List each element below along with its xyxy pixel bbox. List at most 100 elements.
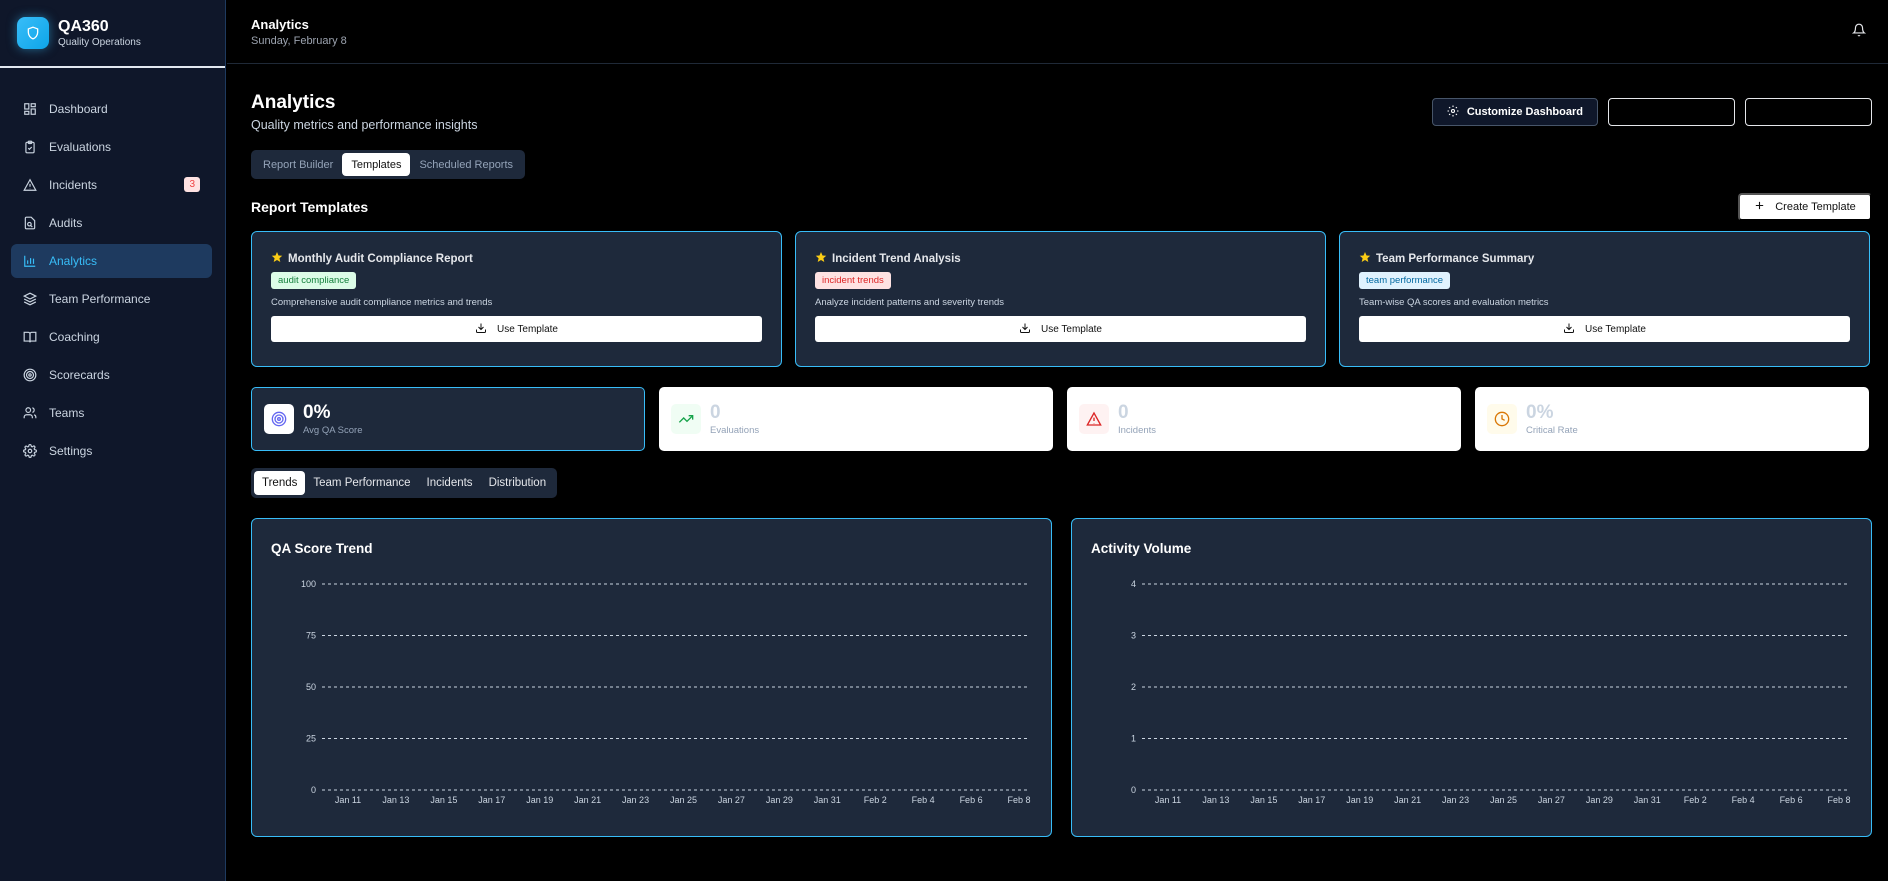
template-title: Incident Trend Analysis <box>832 252 961 265</box>
template-tag: audit compliance <box>271 272 357 289</box>
x-tick-label: Feb 8 <box>1007 795 1030 805</box>
star-icon <box>271 251 283 266</box>
tab-report-builder[interactable]: Report Builder <box>254 153 342 176</box>
tab-scheduled-reports[interactable]: Scheduled Reports <box>410 153 522 176</box>
sidebar-item-label: Dashboard <box>49 102 108 116</box>
template-card: Incident Trend Analysis incident trends … <box>795 231 1326 367</box>
x-tick-label: Jan 23 <box>622 795 649 805</box>
stat-card-incidents: 0 Incidents <box>1067 387 1461 451</box>
sidebar-item-label: Scorecards <box>49 368 110 382</box>
template-list: Monthly Audit Compliance Report audit co… <box>251 231 1872 367</box>
x-tick-label: Jan 25 <box>1490 795 1517 805</box>
use-template-button[interactable]: Use Template <box>1359 316 1850 342</box>
activity-volume-plot: 0 1 2 3 4 Jan 11 Jan 13 Jan 15 Jan 17 Jan 19 Jan 2… <box>1131 579 1851 805</box>
bell-icon[interactable] <box>1851 23 1867 37</box>
template-description: Analyze incident patterns and severity t… <box>815 297 1005 308</box>
template-title: Team Performance Summary <box>1376 252 1535 265</box>
template-card: Team Performance Summary team performanc… <box>1339 231 1870 367</box>
activity-volume-chart: Activity Volume 0 1 2 3 4 Jan 11 Jan 13 Jan 15 J… <box>1071 518 1872 837</box>
sidebar-item-audits[interactable]: Audits <box>11 206 212 240</box>
sidebar-item-label: Coaching <box>49 330 100 344</box>
sidebar-item-scorecards[interactable]: Scorecards <box>11 358 212 392</box>
x-tick-label: Feb 6 <box>960 795 983 805</box>
y-tick-label: 50 <box>306 682 316 692</box>
action-button-3[interactable] <box>1745 98 1872 126</box>
x-tick-label: Jan 11 <box>335 795 361 805</box>
sidebar-item-dashboard[interactable]: Dashboard <box>11 92 212 126</box>
create-template-button[interactable]: Create Template <box>1738 193 1872 221</box>
section-title: Report Templates <box>251 199 369 215</box>
x-tick-label: Jan 23 <box>1442 795 1469 805</box>
stat-cards: 0% Avg QA Score 0 Evaluations 0 Incident… <box>251 387 1872 451</box>
stat-card-avg-qa-score: 0% Avg QA Score <box>251 387 645 451</box>
top-header: Analytics Sunday, February 8 <box>227 0 1888 64</box>
tab-distribution[interactable]: Distribution <box>481 471 555 495</box>
analytics-view-tabs: Trends Team Performance Incidents Distri… <box>251 468 558 498</box>
header-date: Sunday, February 8 <box>251 35 347 47</box>
x-tick-label: Jan 29 <box>766 795 793 805</box>
x-tick-label: Jan 31 <box>814 795 841 805</box>
grid-icon <box>23 102 37 116</box>
star-icon <box>1359 251 1371 266</box>
gear-icon <box>23 444 37 458</box>
y-tick-label: 75 <box>306 631 316 641</box>
sidebar-item-team-performance[interactable]: Team Performance <box>11 282 212 316</box>
tab-team-performance[interactable]: Team Performance <box>305 471 418 495</box>
brand-subtitle: Quality Operations <box>58 36 141 48</box>
plus-icon <box>1754 200 1765 214</box>
y-tick-label: 0 <box>311 785 316 795</box>
template-tag: team performance <box>1359 272 1451 289</box>
stat-value: 0% <box>303 401 331 423</box>
y-tick-label: 25 <box>306 734 316 744</box>
x-tick-label: Jan 13 <box>382 795 409 805</box>
sidebar: QA360 Quality Operations Dashboard Evalu… <box>0 0 226 881</box>
x-tick-label: Jan 15 <box>1250 795 1277 805</box>
y-tick-label: 0 <box>1131 785 1136 795</box>
sidebar-item-analytics[interactable]: Analytics <box>11 244 212 278</box>
x-tick-label: Jan 25 <box>670 795 697 805</box>
use-template-button[interactable]: Use Template <box>271 316 762 342</box>
x-tick-label: Jan 17 <box>478 795 505 805</box>
users-icon <box>23 406 37 420</box>
alert-triangle-icon <box>23 178 37 192</box>
stat-value: 0 <box>1118 401 1129 423</box>
stat-card-evaluations: 0 Evaluations <box>659 387 1053 451</box>
qa-score-trend-plot: 0 25 50 75 100 Jan 11 Jan 13 Jan 15 Jan 17 Jan 19… <box>301 579 1031 805</box>
tab-templates[interactable]: Templates <box>342 153 411 176</box>
use-template-label: Use Template <box>1585 323 1646 335</box>
sidebar-item-settings[interactable]: Settings <box>11 434 212 468</box>
x-tick-label: Jan 27 <box>718 795 745 805</box>
stat-value: 0 <box>710 401 721 423</box>
sidebar-item-evaluations[interactable]: Evaluations <box>11 130 212 164</box>
customize-dashboard-button[interactable]: Customize Dashboard <box>1431 98 1598 126</box>
gear-icon <box>1447 105 1459 120</box>
x-tick-label: Jan 17 <box>1298 795 1325 805</box>
template-card: Monthly Audit Compliance Report audit co… <box>251 231 782 367</box>
y-tick-label: 4 <box>1131 579 1136 589</box>
stat-value: 0% <box>1526 401 1554 423</box>
star-icon <box>815 251 827 266</box>
x-tick-label: Jan 11 <box>1155 795 1181 805</box>
tab-incidents[interactable]: Incidents <box>419 471 481 495</box>
sidebar-item-label: Incidents <box>49 178 98 192</box>
alert-triangle-icon <box>1079 404 1109 434</box>
clock-icon <box>1487 404 1517 434</box>
stat-label: Incidents <box>1118 424 1157 436</box>
use-template-button[interactable]: Use Template <box>815 316 1306 342</box>
create-template-label: Create Template <box>1775 201 1856 213</box>
action-button-2[interactable] <box>1608 98 1735 126</box>
sidebar-nav: Dashboard Evaluations Incidents 3 Audits… <box>0 68 225 468</box>
tab-trends[interactable]: Trends <box>254 471 306 495</box>
charts-row: QA Score Trend 0 25 50 75 100 Jan 11 Jan 13 Jan… <box>251 518 1872 837</box>
sidebar-item-teams[interactable]: Teams <box>11 396 212 430</box>
stat-card-critical-rate: 0% Critical Rate <box>1475 387 1869 451</box>
use-template-label: Use Template <box>497 323 558 335</box>
stat-label: Evaluations <box>710 424 760 436</box>
sidebar-item-incidents[interactable]: Incidents 3 <box>11 168 212 202</box>
y-tick-label: 3 <box>1131 631 1136 641</box>
brand[interactable]: QA360 Quality Operations <box>0 0 225 68</box>
sidebar-item-label: Analytics <box>49 254 98 268</box>
sidebar-item-coaching[interactable]: Coaching <box>11 320 212 354</box>
book-icon <box>23 330 37 344</box>
x-tick-label: Jan 27 <box>1538 795 1565 805</box>
